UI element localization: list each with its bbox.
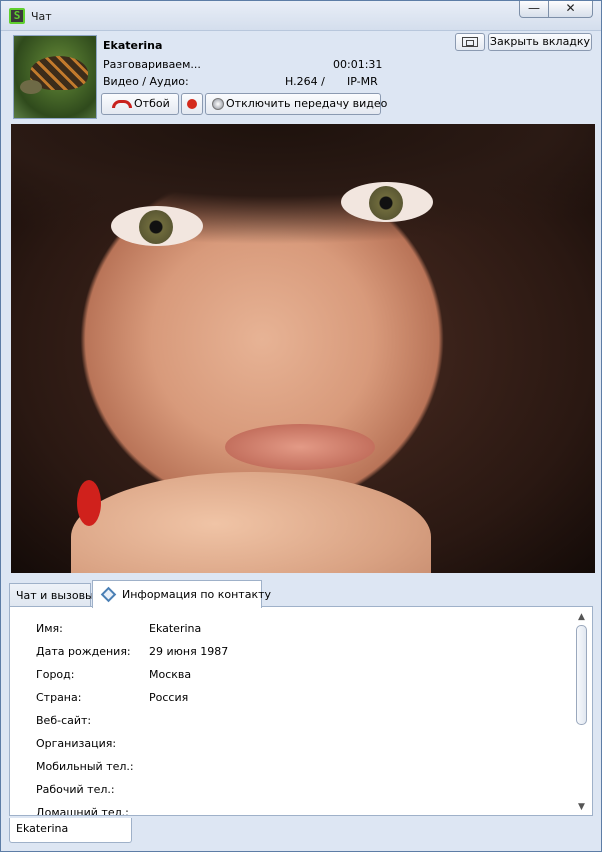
contact-info-panel: Имя: Ekaterina Дата рождения: 29 июня 19… xyxy=(9,606,593,816)
contact-info-icon xyxy=(100,586,117,602)
media-label: Видео / Аудио: xyxy=(103,75,189,88)
close-tab-button[interactable]: Закрыть вкладку xyxy=(488,33,592,51)
info-label: Домашний тел.: xyxy=(36,806,129,816)
tab-contact-info[interactable]: Информация по контакту xyxy=(92,580,271,608)
video-hair xyxy=(11,124,595,244)
scroll-thumb[interactable] xyxy=(576,625,587,725)
conversation-tab[interactable]: Ekaterina xyxy=(9,818,132,843)
video-codec: H.264 / xyxy=(285,75,325,88)
scroll-track[interactable] xyxy=(576,625,587,799)
popout-icon xyxy=(462,37,478,47)
info-value: Ekaterina xyxy=(149,622,202,635)
close-window-button[interactable]: ✕ xyxy=(549,1,593,18)
contact-name: Ekaterina xyxy=(103,39,163,52)
info-scrollbar[interactable]: ▲ ▼ xyxy=(575,611,588,813)
info-label: Рабочий тел.: xyxy=(36,783,115,796)
record-icon xyxy=(187,99,197,109)
info-label: Веб-сайт: xyxy=(36,714,92,727)
info-label: Дата рождения: xyxy=(36,645,131,658)
info-label: Мобильный тел.: xyxy=(36,760,134,773)
info-value: 29 июня 1987 xyxy=(149,645,229,658)
popout-button[interactable] xyxy=(455,33,485,51)
webcam-icon xyxy=(212,98,224,110)
info-value: Москва xyxy=(149,668,192,681)
call-status: Разговариваем... xyxy=(103,58,201,71)
hangup-label: Отбой xyxy=(134,97,170,110)
window-title: Чат xyxy=(31,10,52,23)
video-lips xyxy=(225,424,375,470)
minimize-button[interactable]: — xyxy=(519,1,549,18)
video-hand xyxy=(71,472,431,573)
info-label: Имя: xyxy=(36,622,63,635)
scroll-down-arrow-icon[interactable]: ▼ xyxy=(575,801,588,813)
call-duration: 00:01:31 xyxy=(333,58,383,71)
avatar-turtle-head xyxy=(20,80,42,94)
info-value: Россия xyxy=(149,691,189,704)
disable-video-label: Отключить передачу видео xyxy=(226,97,388,110)
hangup-button[interactable]: Отбой xyxy=(101,93,179,115)
call-protocol: IP-MR xyxy=(347,75,378,88)
tab-contact-info-label: Информация по контакту xyxy=(122,588,272,601)
video-left-eye xyxy=(111,206,203,246)
video-right-eye xyxy=(341,182,433,222)
call-header: Ekaterina Разговариваем... 00:01:31 Виде… xyxy=(1,31,601,121)
video-fingernail xyxy=(77,480,101,526)
window-controls: — ✕ xyxy=(519,1,593,18)
video-feed[interactable] xyxy=(11,124,595,573)
chat-window: S Чат — ✕ Ekaterina Разговариваем... 00:… xyxy=(0,0,602,852)
contact-avatar xyxy=(13,35,97,119)
app-logo-icon: S xyxy=(9,8,25,24)
scroll-up-arrow-icon[interactable]: ▲ xyxy=(575,611,588,623)
phone-hangup-icon xyxy=(112,100,132,108)
info-label: Город: xyxy=(36,668,75,681)
info-label: Организация: xyxy=(36,737,117,750)
record-button[interactable] xyxy=(181,93,203,115)
tab-chat-and-calls[interactable]: Чат и вызовы xyxy=(9,583,94,607)
title-bar[interactable]: S Чат — ✕ xyxy=(1,1,601,31)
disable-video-button[interactable]: Отключить передачу видео xyxy=(205,93,387,115)
info-label: Страна: xyxy=(36,691,82,704)
